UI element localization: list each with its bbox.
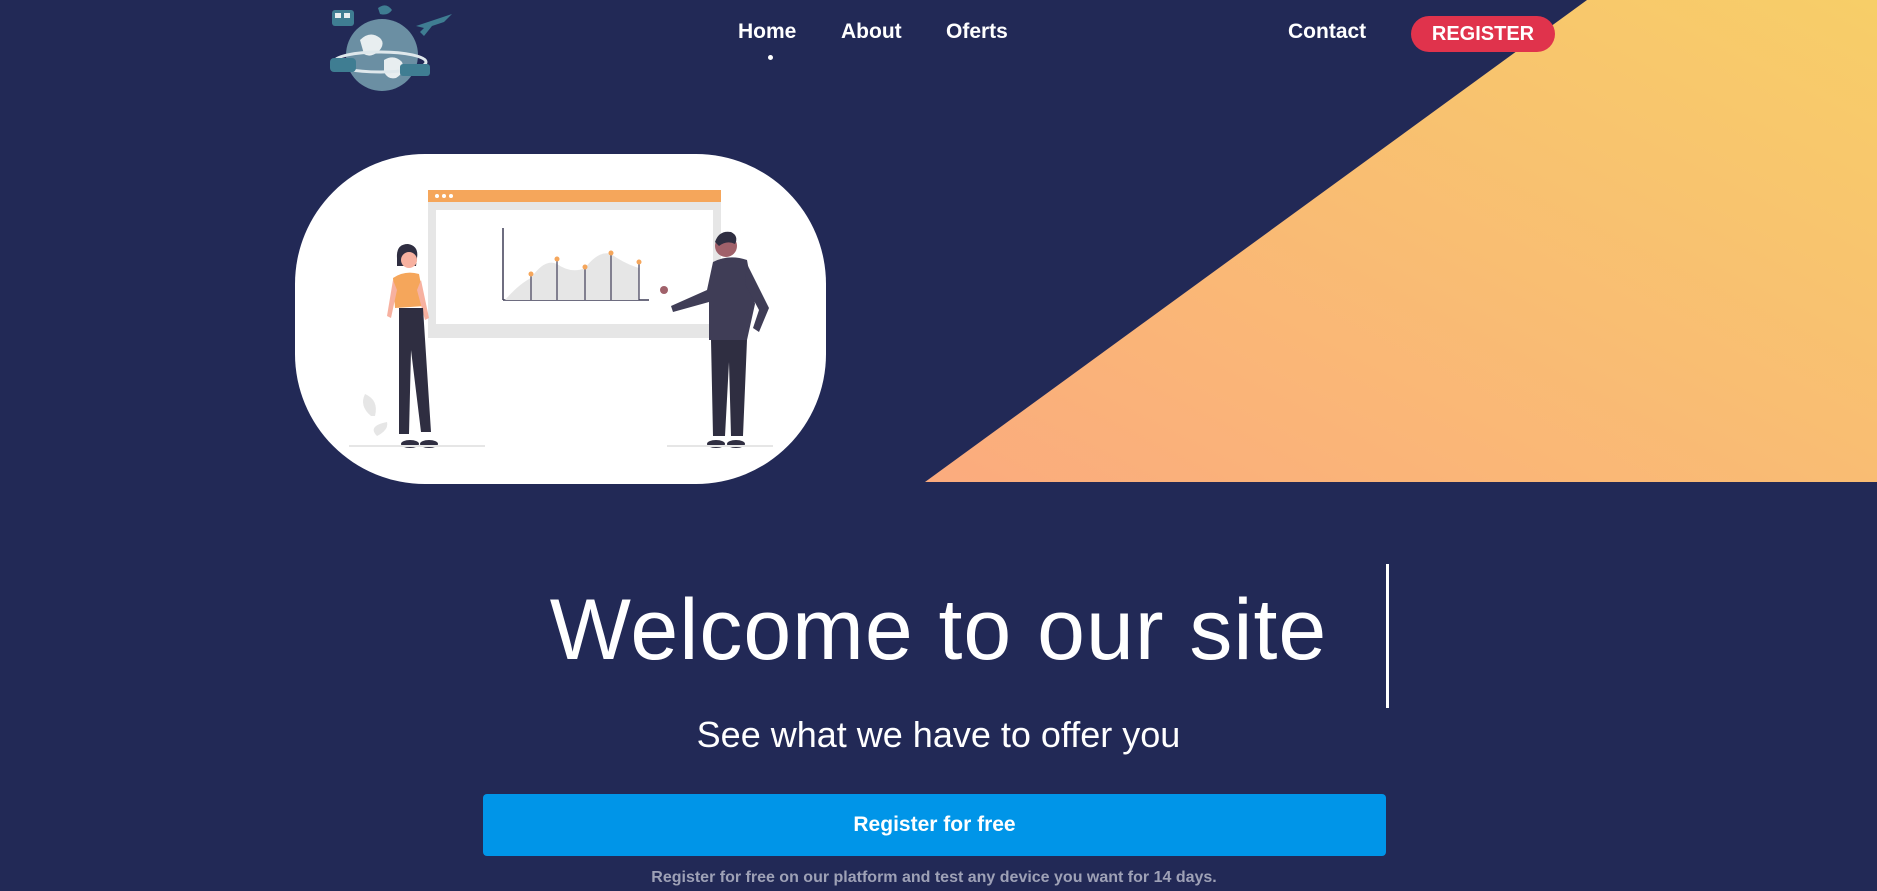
hero-title: Welcome to our site: [549, 582, 1328, 678]
nav-active-indicator: [768, 55, 773, 60]
decorative-gradient-triangle: [925, 0, 1877, 482]
nav-about-link[interactable]: About: [841, 20, 902, 44]
travel-globe-logo-icon[interactable]: [320, 0, 466, 96]
nav-contact-link[interactable]: Contact: [1288, 20, 1366, 44]
hero-illustration-card: [295, 154, 826, 484]
nav-register-button[interactable]: REGISTER: [1411, 16, 1555, 52]
landing-page: Home About Oferts Contact REGISTER Welco…: [0, 0, 1877, 891]
nav-oferts-link[interactable]: Oferts: [946, 20, 1008, 44]
register-for-free-button[interactable]: Register for free: [483, 794, 1386, 856]
presentation-chart-illustration: [349, 190, 773, 448]
nav-home-link[interactable]: Home: [738, 20, 796, 44]
trial-note: Register for free on our platform and te…: [651, 869, 1217, 886]
typing-cursor: [1386, 564, 1389, 708]
hero-subtitle: See what we have to offer you: [696, 714, 1181, 755]
